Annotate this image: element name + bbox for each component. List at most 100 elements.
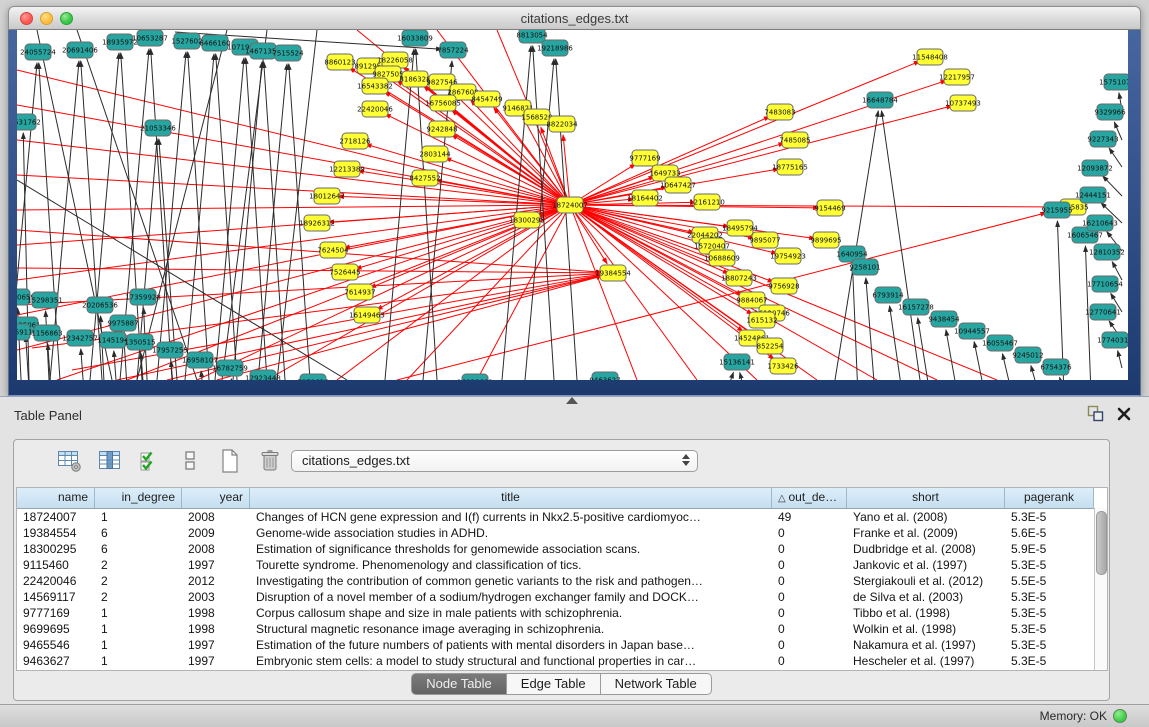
window-titlebar[interactable]: citations_edges.txt <box>8 6 1141 30</box>
column-header-pagerank[interactable]: pagerank <box>1005 488 1094 508</box>
graph-node[interactable]: 18300295 <box>509 212 545 228</box>
graph-node[interactable]: 24055724 <box>20 44 56 60</box>
graph-node[interactable]: 12923448 <box>245 370 281 380</box>
graph-node[interactable]: 16648784 <box>862 92 898 108</box>
graph-node[interactable]: 7526445 <box>329 264 360 280</box>
graph-node[interactable]: 12810352 <box>1089 244 1125 260</box>
column-header-short[interactable]: short <box>847 488 1005 508</box>
graph-node[interactable]: 19218986 <box>537 40 573 56</box>
row-layout-button[interactable] <box>176 447 204 475</box>
tab-network-table[interactable]: Network Table <box>601 673 712 695</box>
graph-node[interactable]: 18807243 <box>721 270 757 286</box>
column-header-name[interactable]: name <box>17 488 95 508</box>
graph-node[interactable]: 9899695 <box>810 232 841 248</box>
table-row[interactable]: 946554611997Estimation of the future num… <box>17 637 1107 653</box>
graph-node[interactable]: 9258101 <box>849 259 880 275</box>
table-row[interactable]: 977716911998Corpus callosum shape and si… <box>17 605 1107 621</box>
graph-node[interactable]: 7852636 <box>297 374 329 380</box>
graph-node[interactable]: 12444151 <box>1075 187 1111 203</box>
graph-node[interactable]: 22420046 <box>357 101 393 117</box>
graph-node[interactable]: 6754376 <box>1040 359 1072 375</box>
graph-node[interactable]: 10653287 <box>132 30 168 46</box>
graph-node[interactable]: 16543382 <box>357 78 393 94</box>
tab-node-table[interactable]: Node Table <box>411 673 507 695</box>
graph-node[interactable]: 15751074 <box>1099 74 1128 90</box>
graph-node[interactable]: 1156863 <box>31 325 62 341</box>
table-row[interactable]: 1830029562008Estimation of significance … <box>17 541 1107 557</box>
column-header-year[interactable]: year <box>182 488 250 508</box>
graph-node[interactable]: 18926312 <box>299 215 335 231</box>
column-header-title[interactable]: title <box>250 488 772 508</box>
graph-node[interactable]: 8822034 <box>546 116 578 132</box>
delete-columns-button[interactable] <box>256 447 284 475</box>
graph-node[interactable]: 8454749 <box>471 91 502 107</box>
graph-node[interactable]: 16033809 <box>397 30 433 46</box>
graph-node[interactable]: 8427552 <box>409 170 440 186</box>
graph-node[interactable]: 1615132 <box>746 312 777 328</box>
graph-node[interactable]: 9215955 <box>1041 202 1072 218</box>
graph-node[interactable]: 20691406 <box>62 42 98 58</box>
graph-node[interactable]: 6793914 <box>872 287 904 303</box>
graph-node[interactable]: 2803144 <box>419 146 451 162</box>
panel-collapse-handle[interactable] <box>566 397 578 404</box>
graph-node[interactable]: 9756928 <box>768 278 799 294</box>
graph-node[interactable]: 10647427 <box>660 177 696 193</box>
graph-node[interactable]: 16149463 <box>349 307 385 323</box>
graph-node[interactable]: 9975887 <box>107 315 138 331</box>
scrollbar-thumb[interactable] <box>1096 511 1107 575</box>
tab-edge-table[interactable]: Edge Table <box>507 673 601 695</box>
table-row[interactable]: 911546021997Tourette syndrome. Phenomeno… <box>17 557 1107 573</box>
graph-node[interactable]: 7483083 <box>764 104 795 120</box>
graph-node[interactable]: 9777169 <box>629 150 660 166</box>
graph-node[interactable]: 12213389 <box>329 161 365 177</box>
float-panel-button[interactable] <box>1087 405 1104 427</box>
graph-node[interactable]: 18724007 <box>552 197 588 213</box>
graph-node[interactable]: 6466160 <box>199 35 230 51</box>
memory-status-icon[interactable] <box>1113 709 1127 723</box>
graph-node[interactable]: 12161210 <box>689 194 725 210</box>
column-header-out_de[interactable]: △ out_de… <box>772 488 847 508</box>
graph-node[interactable]: 12093872 <box>1077 160 1113 176</box>
graph-node[interactable]: 9227343 <box>1087 131 1118 147</box>
graph-node[interactable]: 16782759 <box>212 360 248 376</box>
graph-node[interactable]: 10737493 <box>945 95 981 111</box>
graph-node[interactable]: 18012647 <box>309 188 345 204</box>
graph-node[interactable]: 1733426 <box>767 358 799 374</box>
select-rows-button[interactable] <box>136 447 164 475</box>
graph-node[interactable]: 21053346 <box>140 120 176 136</box>
graph-node[interactable]: 15136141 <box>719 354 755 370</box>
show-columns-button[interactable] <box>96 447 124 475</box>
graph-node[interactable]: 12770641 <box>1085 304 1121 320</box>
column-header-in_degree[interactable]: in_degree <box>95 488 182 508</box>
table-mode-button[interactable] <box>56 447 84 475</box>
table-row[interactable]: 969969511998Structural magnetic resonanc… <box>17 621 1107 637</box>
graph-node[interactable]: 7857224 <box>437 42 469 58</box>
graph-node[interactable]: 7614937 <box>344 284 375 300</box>
graph-node[interactable]: 20206536 <box>82 297 118 313</box>
graph-node[interactable]: 852254 <box>757 338 784 354</box>
table-row[interactable]: 2242004622012Investigating the contribut… <box>17 573 1107 589</box>
graph-node[interactable]: 18164402 <box>627 190 663 206</box>
graph-node[interactable]: 16210643 <box>1082 215 1118 231</box>
graph-node[interactable]: 2718126 <box>339 133 371 149</box>
graph-node[interactable]: 1527602 <box>171 33 202 49</box>
graph-node[interactable]: 9242848 <box>426 121 457 137</box>
graph-node[interactable]: 9329966 <box>1094 104 1126 120</box>
graph-node[interactable]: 10944557 <box>954 323 990 339</box>
table-row[interactable]: 1872400712008Changes of HCN gene express… <box>17 509 1107 525</box>
graph-node[interactable]: 16055467 <box>982 335 1018 351</box>
graph-node[interactable]: 16033662 <box>457 374 493 380</box>
graph-node[interactable]: 8860123 <box>324 54 355 70</box>
graph-node[interactable]: 17710654 <box>1087 276 1123 292</box>
create-column-button[interactable] <box>216 447 244 475</box>
graph-node[interactable]: 9895077 <box>749 232 780 248</box>
graph-node[interactable]: 20531762 <box>17 114 41 130</box>
table-row[interactable]: 1938455462009Genome-wide association stu… <box>17 525 1107 541</box>
table-row[interactable]: 946362711997Embryonic stem cells: a mode… <box>17 653 1107 669</box>
graph-node[interactable]: 12342757 <box>62 330 98 346</box>
graph-node[interactable]: 7515524 <box>272 45 304 61</box>
graph-node[interactable]: 17359928 <box>125 289 161 305</box>
graph-node[interactable]: 7485085 <box>779 132 810 148</box>
table-vertical-scrollbar[interactable] <box>1094 508 1107 670</box>
graph-node[interactable]: 17740312 <box>1097 332 1128 348</box>
